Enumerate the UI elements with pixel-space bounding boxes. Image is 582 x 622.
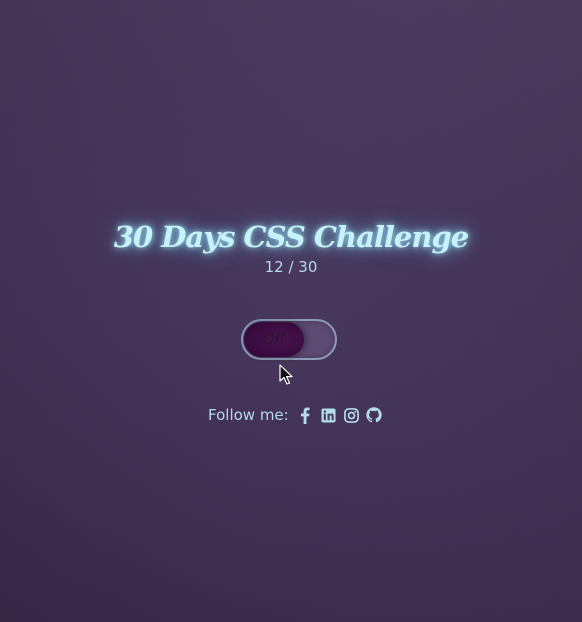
toggle-knob[interactable]: Off: [244, 322, 304, 357]
progress-counter: 12 / 30: [264, 258, 318, 276]
challenge-frame: 30 Days CSS Challenge 12 / 30 Off Follow…: [0, 0, 582, 622]
toggle-state-label: Off: [262, 330, 286, 348]
follow-label: Follow me:: [208, 406, 289, 424]
on-off-toggle[interactable]: Off: [241, 319, 337, 360]
mouse-cursor-icon: [279, 364, 293, 385]
instagram-icon[interactable]: [343, 407, 360, 424]
facebook-icon[interactable]: [297, 407, 314, 424]
social-links: Follow me:: [208, 404, 383, 426]
page-title: 30 Days CSS Challenge: [113, 220, 469, 254]
github-icon[interactable]: [366, 407, 383, 424]
linkedin-icon[interactable]: [320, 407, 337, 424]
